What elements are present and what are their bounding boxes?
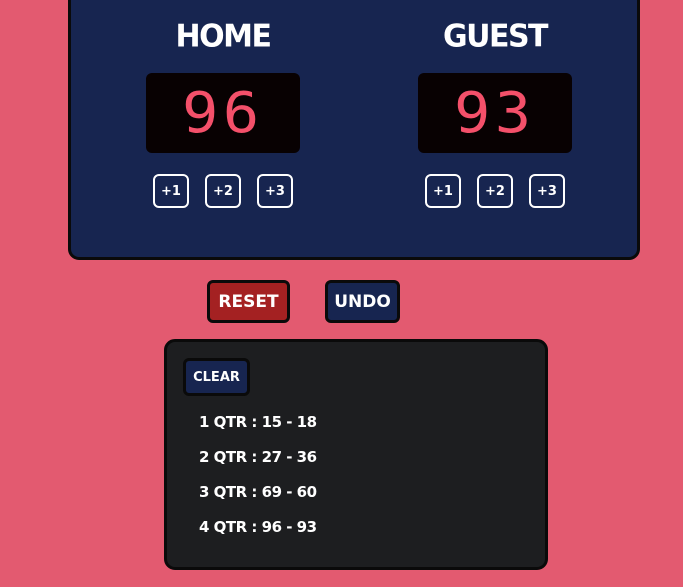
undo-button[interactable]: UNDO: [325, 280, 400, 323]
quarter-item-2: 2 QTR : 27 - 36: [199, 448, 317, 466]
home-plus-1-button[interactable]: +1: [153, 174, 189, 208]
clear-button[interactable]: CLEAR: [183, 358, 250, 396]
home-team-name: HOME: [175, 18, 272, 55]
home-plus-3-button[interactable]: +3: [257, 174, 293, 208]
guest-score: 93: [454, 80, 536, 146]
reset-button[interactable]: RESET: [207, 280, 290, 323]
guest-plus-3-button[interactable]: +3: [529, 174, 565, 208]
quarter-list: 1 QTR : 15 - 18 2 QTR : 27 - 36 3 QTR : …: [199, 412, 317, 552]
guest-plus-2-button[interactable]: +2: [477, 174, 513, 208]
home-plus-2-button[interactable]: +2: [205, 174, 241, 208]
home-score-display: 96: [146, 73, 300, 153]
guest-plus-1-button[interactable]: +1: [425, 174, 461, 208]
guest-score-display: 93: [418, 73, 572, 153]
guest-increment-buttons: +1 +2 +3: [425, 174, 565, 208]
quarter-history-panel: CLEAR 1 QTR : 15 - 18 2 QTR : 27 - 36 3 …: [164, 339, 548, 570]
quarter-item-3: 3 QTR : 69 - 60: [199, 483, 317, 501]
scoreboard-panel: HOME 96 +1 +2 +3 GUEST 93 +1 +2 +3: [68, 0, 640, 260]
home-increment-buttons: +1 +2 +3: [153, 174, 293, 208]
guest-team-name: GUEST: [442, 18, 549, 55]
home-score: 96: [182, 80, 264, 146]
quarter-item-1: 1 QTR : 15 - 18: [199, 413, 317, 431]
quarter-item-4: 4 QTR : 96 - 93: [199, 518, 317, 536]
